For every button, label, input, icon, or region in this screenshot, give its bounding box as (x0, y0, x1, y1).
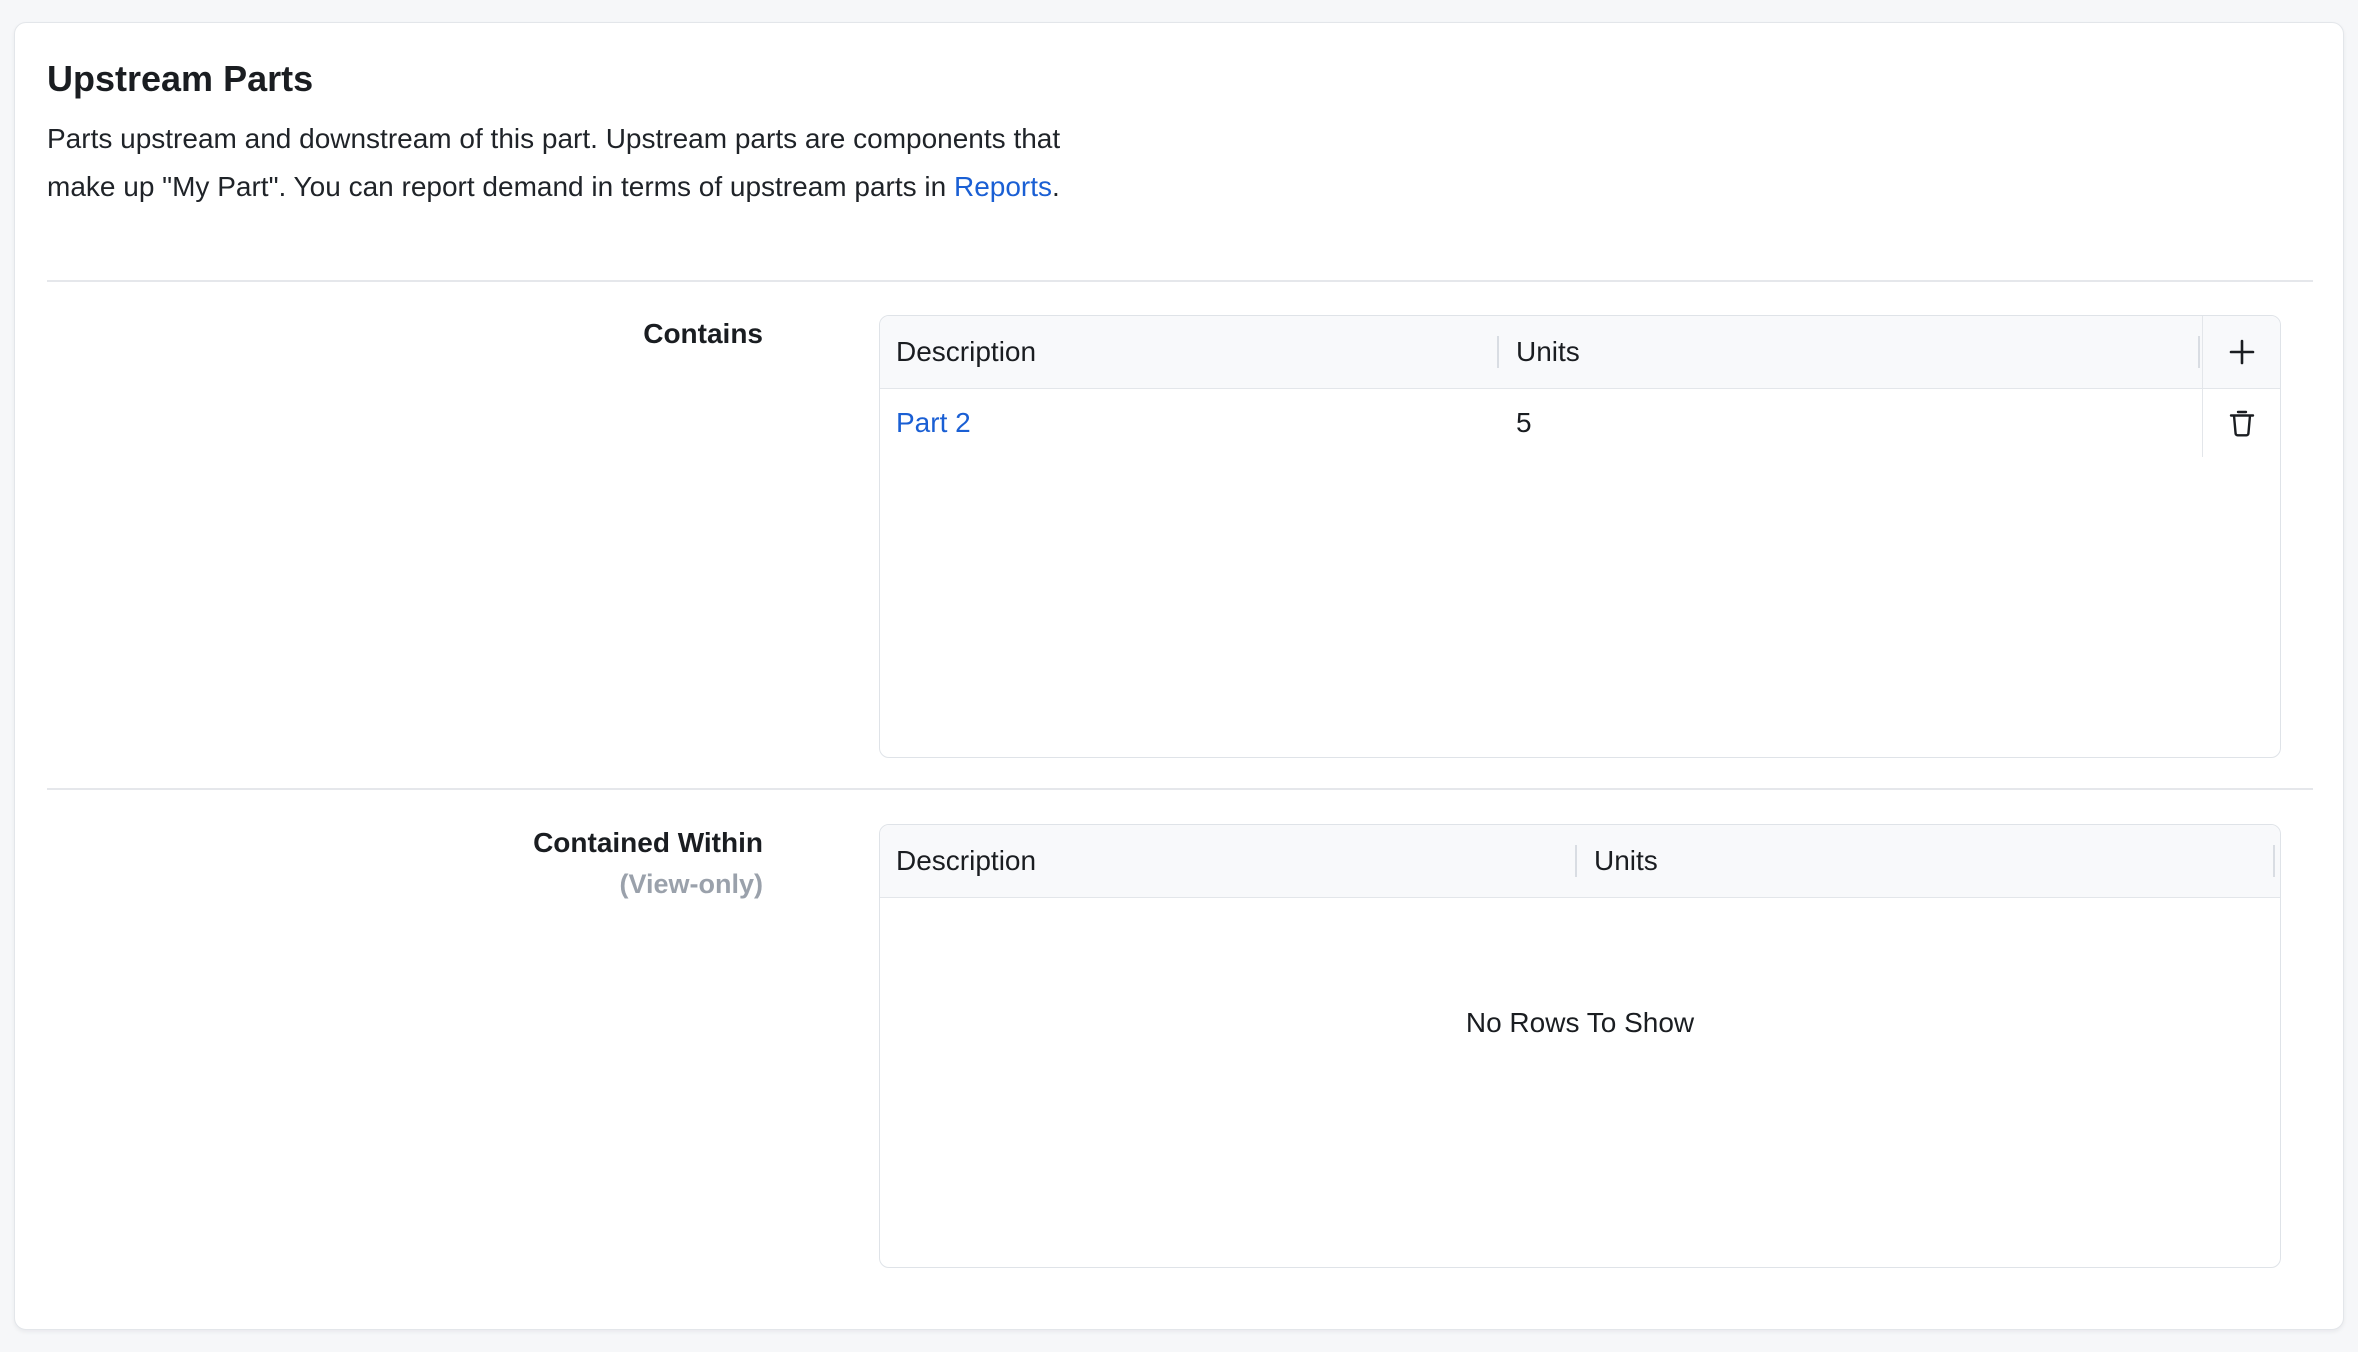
contains-label: Contains (643, 316, 763, 352)
divider (47, 280, 2313, 282)
column-header-description[interactable]: Description (880, 825, 1578, 897)
section-title: Upstream Parts (47, 58, 314, 99)
contains-grid-header: Description Units (880, 316, 2280, 389)
reports-link[interactable]: Reports (954, 171, 1052, 202)
column-header-units[interactable]: Units (1500, 316, 2200, 388)
table-row: Part 2 5 (880, 389, 2280, 457)
contains-label-text: Contains (643, 318, 763, 349)
contains-grid: Description Units Part 2 5 (879, 315, 2281, 758)
contained-within-grid: Description Units No Rows To Show (879, 824, 2281, 1268)
column-resize-handle[interactable] (1497, 336, 1499, 368)
no-rows-message: No Rows To Show (1465, 1007, 1695, 1038)
add-row-button[interactable] (2203, 316, 2280, 388)
delete-row-button[interactable] (2203, 389, 2280, 457)
part-link[interactable]: Part 2 (880, 389, 1500, 457)
contained-within-label-text: Contained Within (533, 827, 763, 858)
divider (47, 788, 2313, 790)
trash-icon (2229, 410, 2255, 437)
column-header-description[interactable]: Description (880, 316, 1500, 388)
section-description: Parts upstream and downstream of this pa… (47, 115, 1127, 211)
column-resize-handle[interactable] (2198, 336, 2200, 368)
contained-within-grid-header: Description Units (880, 825, 2280, 898)
column-resize-handle[interactable] (1575, 845, 1577, 877)
plus-icon (2229, 339, 2255, 365)
contained-within-label: Contained Within (View-only) (533, 825, 763, 902)
description-end: . (1052, 171, 1060, 202)
column-resize-handle[interactable] (2273, 845, 2275, 877)
units-cell[interactable]: 5 (1500, 389, 2200, 457)
column-header-units[interactable]: Units (1578, 825, 2278, 897)
view-only-label: (View-only) (619, 869, 763, 900)
add-action-cell (2202, 316, 2280, 388)
delete-action-cell (2202, 389, 2280, 457)
upstream-parts-card: Upstream Parts Parts upstream and downst… (14, 22, 2344, 1330)
description-text: Parts upstream and downstream of this pa… (47, 123, 1061, 202)
